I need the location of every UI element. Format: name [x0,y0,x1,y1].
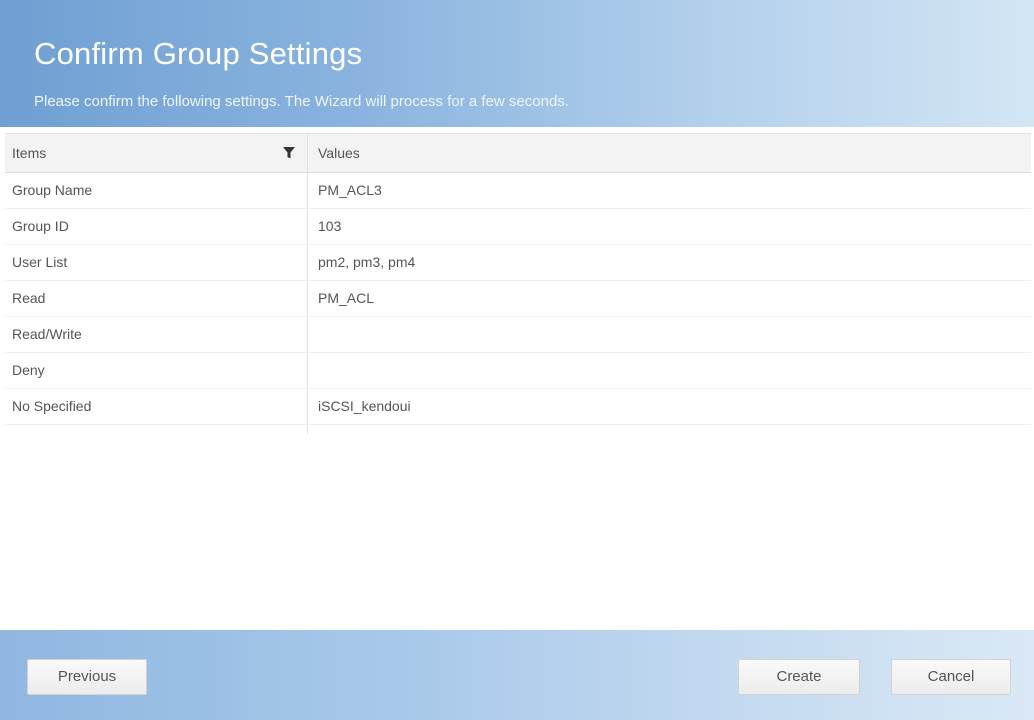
column-header-values[interactable]: Values [318,134,1018,172]
row-value: pm2, pm3, pm4 [318,254,416,270]
table-row: Read PM_ACL [5,280,1031,317]
table-row: User List pm2, pm3, pm4 [5,244,1031,281]
filter-icon[interactable] [282,146,296,160]
row-value: PM_ACL [318,290,375,306]
cancel-button[interactable]: Cancel [891,659,1011,695]
confirm-group-settings-dialog: Confirm Group Settings Please confirm th… [0,0,1034,720]
row-item: Group ID [12,218,69,234]
row-value: iSCSI_kendoui [318,398,411,414]
table-row: Group Name PM_ACL3 [5,172,1031,209]
table-row: Read/Write [5,316,1031,353]
grid-header: Items Values [5,134,1031,173]
row-item: Read/Write [12,326,82,342]
row-item: Group Name [12,182,93,198]
row-item: No Specified [12,398,92,414]
dialog-title: Confirm Group Settings [34,36,363,71]
table-row: Deny [5,352,1031,389]
previous-button[interactable]: Previous [27,659,147,695]
column-header-items[interactable]: Items [12,134,302,172]
dialog-footer: Previous Create Cancel [0,630,1034,720]
row-value: PM_ACL3 [318,182,382,198]
table-row: Group ID 103 [5,208,1031,245]
row-item: Read [12,290,46,306]
create-button[interactable]: Create [738,659,860,695]
row-value: 103 [318,218,342,234]
row-item: User List [12,254,68,270]
table-row: No Specified iSCSI_kendoui [5,388,1031,425]
dialog-subtitle: Please confirm the following settings. T… [34,93,569,110]
dialog-header: Confirm Group Settings Please confirm th… [0,0,1034,127]
row-item: Deny [12,362,45,378]
settings-grid: Items Values Group Name PM_ACL3 Group ID… [5,133,1031,434]
